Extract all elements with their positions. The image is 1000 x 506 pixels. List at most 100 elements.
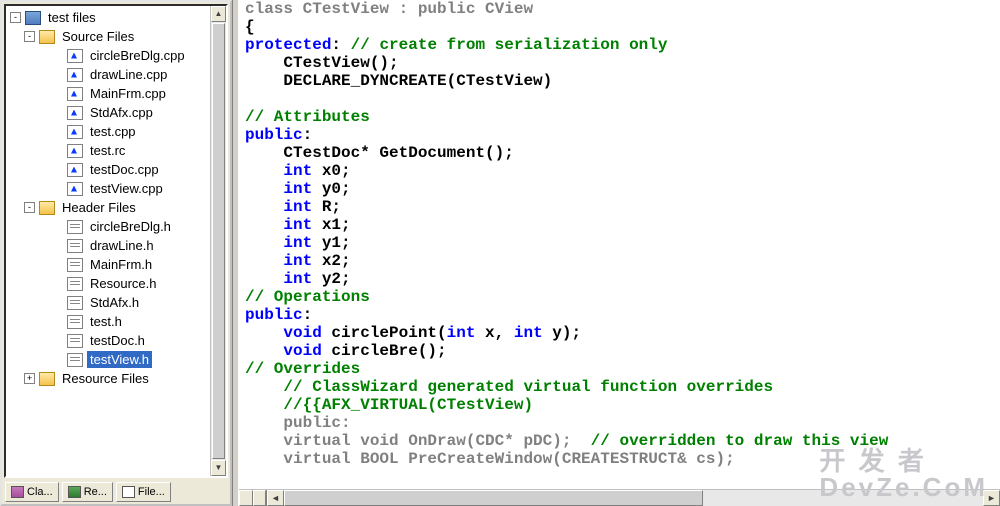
file-tab-icon: [122, 486, 135, 498]
tree-expander-icon[interactable]: -: [24, 31, 35, 42]
tree-indent: [52, 183, 63, 194]
tree-indent: [52, 50, 63, 61]
tree-item-label: test.rc: [87, 142, 128, 159]
tree-folder[interactable]: + Resource Files: [6, 369, 210, 388]
tree-indent: [52, 107, 63, 118]
cpp-icon: [67, 87, 83, 101]
view-tab-label: File...: [138, 486, 165, 498]
tree-item-label: test.h: [87, 313, 125, 330]
code-editor-panel: class CTestView : public CView { protect…: [239, 0, 1000, 506]
hscroll-thumb[interactable]: [284, 490, 703, 506]
tree-file[interactable]: MainFrm.cpp: [6, 84, 210, 103]
cpp-icon: [67, 49, 83, 63]
h-icon: [67, 220, 83, 234]
tree-file[interactable]: testDoc.cpp: [6, 160, 210, 179]
hscroll-track[interactable]: [284, 490, 983, 506]
cpp-icon: [67, 144, 83, 158]
folder-icon: [39, 201, 55, 215]
h-icon: [67, 296, 83, 310]
tree-indent: [52, 335, 63, 346]
view-tab-cla[interactable]: Cla...: [5, 482, 59, 502]
scroll-right-button[interactable]: ►: [983, 490, 1000, 506]
re-tab-icon: [68, 486, 81, 498]
cpp-icon: [67, 125, 83, 139]
tree-item-label: drawLine.h: [87, 237, 157, 254]
tree-item-label: Resource Files: [59, 370, 152, 387]
cpp-icon: [67, 163, 83, 177]
tree-file[interactable]: MainFrm.h: [6, 255, 210, 274]
h-icon: [67, 258, 83, 272]
tree-expander-icon[interactable]: +: [24, 373, 35, 384]
h-icon: [67, 277, 83, 291]
tree-indent: [52, 316, 63, 327]
tree-file[interactable]: StdAfx.h: [6, 293, 210, 312]
tree-indent: [52, 221, 63, 232]
scroll-down-button[interactable]: ▼: [211, 460, 226, 476]
tree-indent: [52, 164, 63, 175]
tree-file[interactable]: test.h: [6, 312, 210, 331]
tree-file[interactable]: StdAfx.cpp: [6, 103, 210, 122]
tree-expander-icon[interactable]: -: [10, 12, 21, 23]
tree-file[interactable]: testDoc.h: [6, 331, 210, 350]
workspace-icon: [25, 11, 41, 25]
code-horizontal-scrollbar[interactable]: ◄ ►: [239, 489, 1000, 506]
tree-file[interactable]: drawLine.h: [6, 236, 210, 255]
tree-expander-icon[interactable]: -: [24, 202, 35, 213]
tree-item-label: test.cpp: [87, 123, 139, 140]
h-icon: [67, 239, 83, 253]
tree-file[interactable]: circleBreDlg.h: [6, 217, 210, 236]
tree-file[interactable]: testView.cpp: [6, 179, 210, 198]
tree-item-label: testView.cpp: [87, 180, 166, 197]
view-tabs: Cla... Re... File...: [2, 480, 230, 504]
view-tab-label: Cla...: [27, 486, 53, 498]
tree-item-label: Resource.h: [87, 275, 159, 292]
tree-indent: [52, 259, 63, 270]
scroll-thumb[interactable]: [212, 23, 225, 459]
tree-indent: [52, 126, 63, 137]
tree-item-label: drawLine.cpp: [87, 66, 170, 83]
view-tab-label: Re...: [84, 486, 107, 498]
tree-item-label: StdAfx.cpp: [87, 104, 156, 121]
tree-file[interactable]: Resource.h: [6, 274, 210, 293]
tree-vertical-scrollbar[interactable]: ▲ ▼: [210, 6, 226, 476]
tree-file[interactable]: circleBreDlg.cpp: [6, 46, 210, 65]
tree-folder[interactable]: - Source Files: [6, 27, 210, 46]
tree-item-label: test files: [45, 9, 99, 26]
h-icon: [67, 315, 83, 329]
tree-indent: [52, 88, 63, 99]
tree-item-label: Header Files: [59, 199, 139, 216]
code-content[interactable]: class CTestView : public CView { protect…: [245, 0, 1000, 468]
tree-root[interactable]: - test files: [6, 8, 210, 27]
tree-item-label: MainFrm.h: [87, 256, 155, 273]
tree-file[interactable]: test.rc: [6, 141, 210, 160]
h-icon: [67, 353, 83, 367]
tree-indent: [52, 297, 63, 308]
tree-item-label: circleBreDlg.h: [87, 218, 174, 235]
file-tree[interactable]: -test files-Source FilescircleBreDlg.cpp…: [6, 6, 210, 476]
cpp-icon: [67, 182, 83, 196]
tree-indent: [52, 354, 63, 365]
tree-item-label: circleBreDlg.cpp: [87, 47, 188, 64]
file-tree-container: -test files-Source FilescircleBreDlg.cpp…: [4, 4, 228, 478]
tree-folder[interactable]: - Header Files: [6, 198, 210, 217]
splitter[interactable]: [232, 0, 239, 506]
tree-item-label: Source Files: [59, 28, 137, 45]
tree-file[interactable]: testView.h: [6, 350, 210, 369]
cla-tab-icon: [11, 486, 24, 498]
scroll-left-button[interactable]: ◄: [267, 490, 284, 506]
folder-icon: [39, 372, 55, 386]
tree-item-label: StdAfx.h: [87, 294, 142, 311]
scroll-up-button[interactable]: ▲: [211, 6, 226, 22]
view-tab-re[interactable]: Re...: [62, 482, 113, 502]
tree-file[interactable]: drawLine.cpp: [6, 65, 210, 84]
tree-indent: [52, 145, 63, 156]
folder-icon: [39, 30, 55, 44]
code-editor[interactable]: class CTestView : public CView { protect…: [239, 0, 1000, 489]
tree-indent: [52, 240, 63, 251]
tree-indent: [52, 278, 63, 289]
tree-item-label: testDoc.cpp: [87, 161, 162, 178]
file-explorer-panel: -test files-Source FilescircleBreDlg.cpp…: [0, 0, 232, 506]
tree-file[interactable]: test.cpp: [6, 122, 210, 141]
tree-indent: [52, 69, 63, 80]
view-tab-file[interactable]: File...: [116, 482, 171, 502]
